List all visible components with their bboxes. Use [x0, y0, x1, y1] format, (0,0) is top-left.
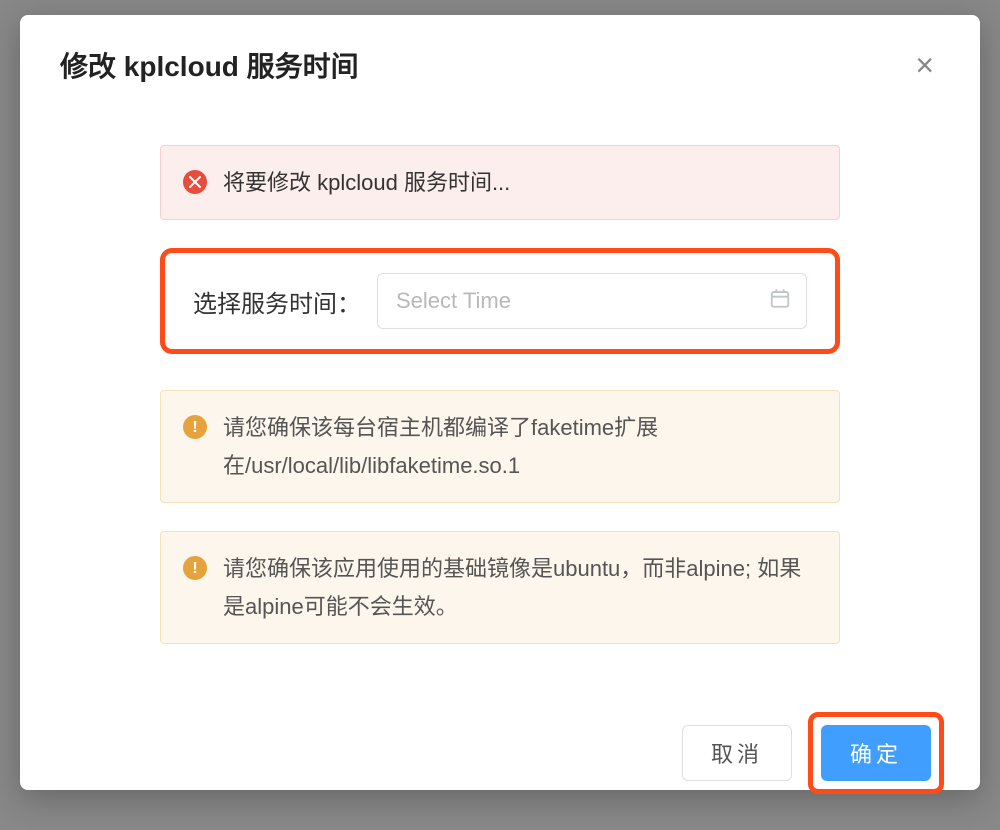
alert-warning-ubuntu: ! 请您确保该应用使用的基础镜像是ubuntu，而非alpine; 如果是alp…: [160, 531, 840, 644]
confirm-button[interactable]: 确定: [821, 725, 931, 781]
time-input-wrapper: [377, 273, 807, 329]
warning-icon: !: [183, 415, 207, 439]
cancel-button[interactable]: 取消: [682, 725, 792, 781]
alert-warning-2-text: 请您确保该应用使用的基础镜像是ubuntu，而非alpine; 如果是alpin…: [223, 550, 817, 625]
warning-icon: !: [183, 556, 207, 580]
modal-modify-service-time: 修改 kplcloud 服务时间 × 将要修改 kplcloud 服务时间...…: [20, 15, 980, 790]
time-field-label: 选择服务时间：: [193, 284, 361, 319]
alert-error: 将要修改 kplcloud 服务时间...: [160, 145, 840, 220]
confirm-highlight: 确定: [808, 712, 944, 794]
time-select-highlight: 选择服务时间：: [160, 248, 840, 354]
alert-error-text: 将要修改 kplcloud 服务时间...: [223, 164, 817, 201]
time-input[interactable]: [377, 273, 807, 329]
modal-header: 修改 kplcloud 服务时间 ×: [20, 15, 980, 105]
alert-warning-faketime: ! 请您确保该每台宿主机都编译了faketime扩展在/usr/local/li…: [160, 390, 840, 503]
error-icon: [183, 170, 207, 194]
close-icon: ×: [915, 47, 934, 83]
close-button[interactable]: ×: [909, 49, 940, 81]
modal-body: 将要修改 kplcloud 服务时间... 选择服务时间： ! 请您确保该每台宿…: [20, 105, 980, 692]
calendar-icon[interactable]: [769, 288, 791, 315]
alert-warning-1-text: 请您确保该每台宿主机都编译了faketime扩展在/usr/local/lib/…: [223, 409, 817, 484]
modal-title: 修改 kplcloud 服务时间: [60, 45, 359, 85]
modal-footer: 取消 确定: [20, 692, 980, 830]
